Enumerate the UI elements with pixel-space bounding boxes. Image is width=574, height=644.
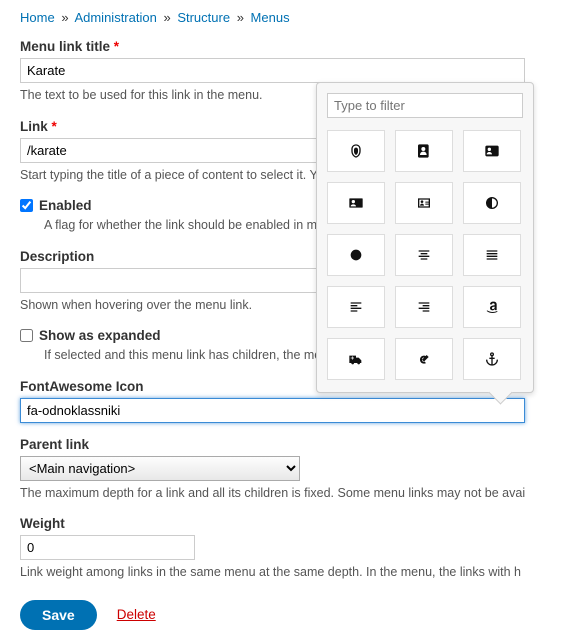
- required-mark: *: [114, 39, 119, 54]
- adjust-icon[interactable]: [463, 182, 521, 224]
- align-center-icon[interactable]: [395, 234, 453, 276]
- save-button[interactable]: Save: [20, 600, 97, 630]
- field-parent: Parent link <Main navigation> The maximu…: [20, 437, 574, 503]
- weight-label: Weight: [20, 516, 574, 531]
- icon-scroll-area[interactable]: [327, 130, 523, 382]
- breadcrumb-home[interactable]: Home: [20, 10, 55, 25]
- expanded-checkbox[interactable]: [20, 329, 33, 342]
- dot-circle-icon[interactable]: [327, 234, 385, 276]
- breadcrumb-menus[interactable]: Menus: [251, 10, 290, 25]
- breadcrumb-sep: »: [61, 10, 68, 25]
- weight-input[interactable]: [20, 535, 195, 560]
- id-badge-icon[interactable]: [395, 182, 453, 224]
- form-actions: Save Delete: [20, 600, 574, 630]
- enabled-checkbox[interactable]: [20, 199, 33, 212]
- icon-filter-input[interactable]: [327, 93, 523, 118]
- delete-link[interactable]: Delete: [117, 607, 156, 622]
- align-right-icon[interactable]: [395, 286, 453, 328]
- align-left-icon[interactable]: [327, 286, 385, 328]
- breadcrumb-structure[interactable]: Structure: [177, 10, 230, 25]
- breadcrumb-administration[interactable]: Administration: [74, 10, 156, 25]
- enabled-label: Enabled: [39, 198, 92, 213]
- contact-card-icon[interactable]: [327, 182, 385, 224]
- amazon-icon[interactable]: [463, 286, 521, 328]
- field-weight: Weight Link weight among links in the sa…: [20, 516, 574, 582]
- expanded-label: Show as expanded: [39, 328, 161, 343]
- asl-icon[interactable]: [395, 338, 453, 380]
- fingerprint-icon[interactable]: [327, 130, 385, 172]
- parent-select[interactable]: <Main navigation>: [20, 456, 300, 481]
- menu-title-label: Menu link title *: [20, 39, 574, 54]
- weight-help: Link weight among links in the same menu…: [20, 564, 574, 582]
- required-mark: *: [52, 119, 57, 134]
- breadcrumb-sep: »: [163, 10, 170, 25]
- icon-grid: [327, 130, 521, 380]
- parent-label: Parent link: [20, 437, 574, 452]
- menu-title-input[interactable]: [20, 58, 525, 83]
- ambulance-icon[interactable]: [327, 338, 385, 380]
- align-justify-icon[interactable]: [463, 234, 521, 276]
- icon-picker-popover: [316, 82, 534, 393]
- id-card-icon[interactable]: [463, 130, 521, 172]
- fontawesome-input[interactable]: [20, 398, 525, 423]
- anchor-icon[interactable]: [463, 338, 521, 380]
- breadcrumb-sep: »: [237, 10, 244, 25]
- address-book-icon[interactable]: [395, 130, 453, 172]
- parent-help: The maximum depth for a link and all its…: [20, 485, 574, 503]
- breadcrumb: Home » Administration » Structure » Menu…: [20, 10, 574, 25]
